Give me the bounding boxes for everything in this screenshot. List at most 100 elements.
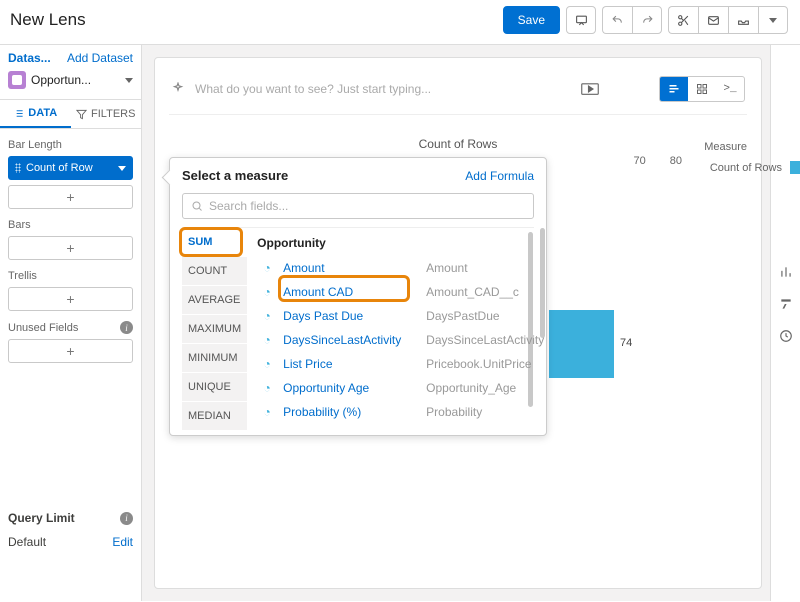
field-row[interactable]: ◔Opportunity AgeOpportunity_Age [257,376,546,400]
dataset-name: Opportun... [31,73,120,87]
agg-median[interactable]: MEDIAN [182,402,247,431]
history-icon[interactable] [779,329,793,343]
more-menu-button[interactable] [758,6,788,34]
query-limit-default-label: Default [8,535,46,549]
redo-icon [641,14,654,27]
scrollbar-thumb[interactable] [540,228,545,338]
add-formula-link[interactable]: Add Formula [465,169,534,183]
measure-picker-title: Select a measure [182,168,288,183]
measure-icon: ◔ [259,405,275,419]
chart-bar[interactable] [549,310,614,378]
measure-picker-popover: Select a measure Add Formula Search fiel… [169,157,547,436]
agg-average[interactable]: AVERAGE [182,286,247,315]
search-icon [191,200,203,212]
share-group [668,6,788,34]
sparkle-icon [171,82,185,96]
add-dataset-link[interactable]: Add Dataset [67,51,133,65]
info-icon[interactable]: i [120,512,133,525]
query-limit-label: Query Limit [8,511,75,525]
drag-handle-icon [15,163,21,173]
mail-icon [707,14,720,27]
run-icon[interactable] [581,82,599,96]
table-mode-button[interactable] [688,77,716,101]
undo-button[interactable] [602,6,632,34]
query-row: What do you want to see? Just start typi… [169,70,747,115]
download-button[interactable] [728,6,758,34]
add-trellis-button[interactable]: + [8,287,133,311]
measure-header: Measure [704,141,747,153]
redo-button[interactable] [632,6,662,34]
app-header: New Lens Save [0,0,800,45]
chart-mode-button[interactable] [660,77,688,101]
add-bar-length-button[interactable]: + [8,185,133,209]
add-bars-button[interactable]: + [8,236,133,260]
highlight-box [278,275,410,302]
format-icon[interactable] [779,297,793,311]
axis-tick: 80 [670,155,682,167]
scissors-icon [677,14,690,27]
add-unused-button[interactable]: + [8,339,133,363]
field-row[interactable]: ◔DaysSinceLastActivityDaysSinceLastActiv… [257,328,546,352]
history-group [602,6,662,34]
legend-swatch [790,161,800,174]
trellis-label: Trellis [8,270,133,282]
highlight-box [179,227,243,257]
chart-area: 74 Select a measure Add Formula Search f… [169,175,747,535]
list-icon [13,108,24,119]
bar-length-pill[interactable]: Count of Row [8,156,133,180]
right-rail [770,45,800,601]
mail-button[interactable] [698,6,728,34]
dataset-icon [8,71,26,89]
header-actions: Save [503,6,788,34]
tray-icon [737,14,750,27]
unused-fields-label: Unused Fields [8,322,78,334]
save-button[interactable]: Save [503,6,560,34]
bars-icon [668,83,680,95]
field-row[interactable]: ◔Days Past DueDaysPastDue [257,304,546,328]
page-title: New Lens [10,10,86,30]
query-limit-default-row: Default Edit [8,535,133,549]
chevron-down-icon [118,166,126,171]
bar-length-label: Bar Length [8,139,133,151]
measure-icon: ◔ [259,333,275,347]
measure-icon: ◔ [259,261,275,275]
measure-search-input[interactable]: Search fields... [182,193,534,219]
field-row[interactable]: ◔Probability (%)Probability [257,400,546,424]
agg-count[interactable]: COUNT [182,257,247,286]
filter-icon [76,109,87,120]
query-limit-row: Query Limit i [8,511,133,525]
left-sidebar: Datas... Add Dataset Opportun... DATA FI… [0,45,142,601]
chevron-down-icon [769,18,777,23]
agg-minimum[interactable]: MINIMUM [182,344,247,373]
tab-filters[interactable]: FILTERS [71,100,142,128]
present-button[interactable] [566,6,596,34]
chart-bar-value: 74 [620,337,632,349]
clip-button[interactable] [668,6,698,34]
edit-query-limit-link[interactable]: Edit [112,535,133,549]
saql-mode-button[interactable]: >_ [716,77,744,101]
agg-maximum[interactable]: MAXIMUM [182,315,247,344]
presentation-icon [575,14,588,27]
measure-icon: ◔ [259,309,275,323]
bar-length-value: Count of Row [26,162,113,174]
chevron-down-icon [125,78,133,83]
aggregation-list: SUM COUNT AVERAGE MAXIMUM MINIMUM UNIQUE… [182,228,247,431]
dataset-row[interactable]: Opportun... [8,71,133,89]
query-input[interactable]: What do you want to see? Just start typi… [195,82,571,96]
field-row[interactable]: ◔List PricePricebook.UnitPrice [257,352,546,376]
tab-data[interactable]: DATA [0,100,71,128]
grid-icon [696,83,708,95]
field-list: Opportunity ◔AmountAmount ◔Amount CADAmo… [247,228,546,431]
view-mode-toggle: >_ [659,76,745,102]
chart-props-icon[interactable] [779,265,793,279]
bars-label: Bars [8,219,133,231]
datasets-label: Datas... [8,51,51,65]
info-icon[interactable]: i [120,321,133,334]
undo-icon [611,14,624,27]
field-group-label: Opportunity [257,236,546,250]
chart-title: Count of Rows [169,137,747,151]
terminal-icon: >_ [723,83,736,95]
agg-unique[interactable]: UNIQUE [182,373,247,402]
measure-icon: ◔ [259,381,275,395]
measure-icon: ◔ [259,357,275,371]
